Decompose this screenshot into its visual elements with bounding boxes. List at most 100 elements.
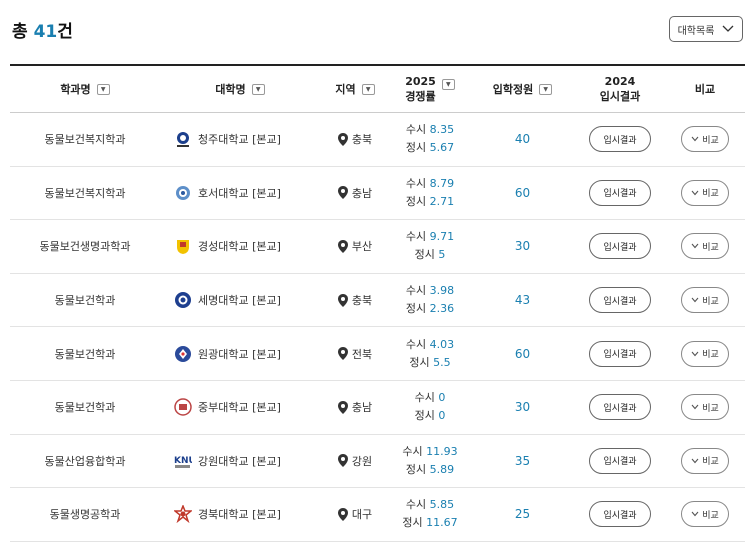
chevron-down-icon bbox=[691, 136, 699, 142]
compare-button[interactable]: 비교 bbox=[681, 340, 729, 367]
university-name: 청주대학교 [본교] bbox=[198, 133, 281, 147]
department-name: 동물산업융합학과 bbox=[44, 454, 126, 468]
compare-cell: 비교 bbox=[665, 488, 745, 541]
susi-rate: 수시 0 bbox=[414, 391, 446, 405]
compare-cell: 비교 bbox=[665, 167, 745, 220]
sort-dropdown-icon[interactable]: ▼ bbox=[251, 83, 265, 95]
table-row: 동물보건학과 중부대학교 [본교] 충남 수시 0 정시 0 30 입시결과 비… bbox=[10, 381, 745, 435]
kangwon-univ-logo: KNU bbox=[174, 456, 192, 468]
jeongsi-rate: 정시 5.89 bbox=[405, 462, 455, 476]
header-university[interactable]: 대학명 ▼ bbox=[160, 66, 320, 112]
table-row: 동물보건학과 세명대학교 [본교] 충북 수시 3.98 정시 2.36 43 … bbox=[10, 274, 745, 328]
region-cell: 대구 bbox=[320, 488, 390, 541]
university-cell: 세명대학교 [본교] bbox=[160, 274, 320, 327]
department-table: 학과명 ▼ 대학명 ▼ 지역 ▼ 2025 경쟁률 ▼ 입학정원 ▼ 2024 입시결과 비… bbox=[10, 64, 745, 542]
admission-result-button[interactable]: 입시결과 bbox=[589, 233, 651, 260]
map-pin-icon bbox=[337, 132, 348, 146]
admission-result-button[interactable]: 입시결과 bbox=[589, 287, 651, 314]
university-cell: 원광대학교 [본교] bbox=[160, 327, 320, 380]
compare-button[interactable]: 비교 bbox=[681, 447, 729, 474]
admission-result-button[interactable]: 입시결과 bbox=[589, 394, 651, 421]
chevron-down-icon bbox=[691, 297, 699, 303]
header-result: 2024 입시결과 bbox=[599, 75, 641, 103]
result-cell: 입시결과 bbox=[575, 381, 665, 434]
quota-value: 60 bbox=[514, 185, 531, 200]
admission-result-button[interactable]: 입시결과 bbox=[589, 340, 651, 367]
jeongsi-rate: 정시 2.71 bbox=[405, 194, 455, 208]
map-pin-icon bbox=[337, 454, 348, 468]
susi-rate: 수시 3.98 bbox=[405, 284, 455, 298]
jeongsi-rate: 정시 5 bbox=[414, 248, 446, 262]
university-name: 경성대학교 [본교] bbox=[198, 240, 281, 254]
total-count: 총 41건 bbox=[12, 22, 73, 42]
chevron-down-icon bbox=[691, 190, 699, 196]
table-row: 동물보건복지학과 청주대학교 [본교] 충북 수시 8.35 정시 5.67 4… bbox=[10, 113, 745, 167]
university-list-label: 대학목록 bbox=[677, 25, 715, 37]
competition-cell: 수시 5.85 정시 11.67 bbox=[390, 488, 470, 541]
map-pin-icon bbox=[337, 186, 348, 200]
header-competition[interactable]: 2025 경쟁률 ▼ bbox=[390, 66, 470, 112]
quota-value: 30 bbox=[514, 239, 531, 254]
compare-button[interactable]: 비교 bbox=[681, 179, 729, 206]
compare-button[interactable]: 비교 bbox=[681, 126, 729, 153]
region-cell: 강원 bbox=[320, 435, 390, 488]
compare-cell: 비교 bbox=[665, 381, 745, 434]
region-name: 충남 bbox=[351, 186, 373, 200]
university-cell: KNU 강원대학교 [본교] bbox=[160, 435, 320, 488]
quota-value: 40 bbox=[514, 132, 531, 147]
chevron-down-icon bbox=[691, 404, 699, 410]
map-pin-icon bbox=[337, 507, 348, 521]
university-name: 강원대학교 [본교] bbox=[198, 454, 281, 468]
cheongju-univ-logo bbox=[177, 132, 189, 148]
header-quota[interactable]: 입학정원 ▼ bbox=[470, 66, 575, 112]
result-cell: 입시결과 bbox=[575, 220, 665, 273]
competition-cell: 수시 8.79 정시 2.71 bbox=[390, 167, 470, 220]
susi-rate: 수시 8.79 bbox=[405, 176, 455, 190]
header-region[interactable]: 지역 ▼ bbox=[320, 66, 390, 112]
chevron-down-icon bbox=[691, 512, 699, 517]
chevron-down-icon bbox=[691, 351, 699, 357]
university-cell: 경북대학교 [본교] bbox=[160, 488, 320, 541]
compare-button[interactable]: 비교 bbox=[681, 501, 729, 528]
sort-dropdown-icon[interactable]: ▼ bbox=[441, 78, 455, 90]
quota-value: 35 bbox=[514, 453, 531, 468]
header-department[interactable]: 학과명 ▼ bbox=[10, 66, 160, 112]
region-cell: 전북 bbox=[320, 327, 390, 380]
table-body: 동물보건복지학과 청주대학교 [본교] 충북 수시 8.35 정시 5.67 4… bbox=[10, 113, 745, 542]
sort-dropdown-icon[interactable]: ▼ bbox=[539, 83, 553, 95]
admission-result-button[interactable]: 입시결과 bbox=[589, 126, 651, 153]
top-bar: 총 41건 대학목록 bbox=[0, 0, 750, 60]
admission-result-button[interactable]: 입시결과 bbox=[589, 179, 651, 206]
admission-result-button[interactable]: 입시결과 bbox=[589, 501, 651, 528]
university-name: 호서대학교 [본교] bbox=[198, 186, 281, 200]
table-row: 동물산업융합학과 KNU 강원대학교 [본교] 강원 수시 11.93 정시 5… bbox=[10, 435, 745, 489]
table-header: 학과명 ▼ 대학명 ▼ 지역 ▼ 2025 경쟁률 ▼ 입학정원 ▼ 2024 입시결과 비… bbox=[10, 64, 745, 113]
table-row: 동물보건복지학과 호서대학교 [본교] 충남 수시 8.79 정시 2.71 6… bbox=[10, 167, 745, 221]
compare-button[interactable]: 비교 bbox=[681, 394, 729, 421]
result-cell: 입시결과 bbox=[575, 435, 665, 488]
region-name: 강원 bbox=[351, 454, 373, 468]
university-cell: 호서대학교 [본교] bbox=[160, 167, 320, 220]
result-cell: 입시결과 bbox=[575, 113, 665, 166]
department-name: 동물보건학과 bbox=[54, 401, 116, 415]
university-list-dropdown[interactable]: 대학목록 bbox=[669, 16, 743, 42]
university-cell: 청주대학교 [본교] bbox=[160, 113, 320, 166]
compare-button[interactable]: 비교 bbox=[681, 233, 729, 260]
result-cell: 입시결과 bbox=[575, 274, 665, 327]
sort-dropdown-icon[interactable]: ▼ bbox=[96, 83, 110, 95]
map-pin-icon bbox=[337, 347, 348, 361]
region-cell: 부산 bbox=[320, 220, 390, 273]
compare-cell: 비교 bbox=[665, 113, 745, 166]
competition-cell: 수시 8.35 정시 5.67 bbox=[390, 113, 470, 166]
region-name: 대구 bbox=[351, 508, 373, 522]
compare-cell: 비교 bbox=[665, 327, 745, 380]
quota-value: 30 bbox=[514, 400, 531, 415]
result-cell: 입시결과 bbox=[575, 327, 665, 380]
admission-result-button[interactable]: 입시결과 bbox=[589, 447, 651, 474]
compare-cell: 비교 bbox=[665, 220, 745, 273]
chevron-down-icon bbox=[691, 244, 699, 249]
region-cell: 충남 bbox=[320, 381, 390, 434]
compare-button[interactable]: 비교 bbox=[681, 287, 729, 314]
quota-value: 25 bbox=[514, 507, 531, 522]
sort-dropdown-icon[interactable]: ▼ bbox=[361, 83, 375, 95]
